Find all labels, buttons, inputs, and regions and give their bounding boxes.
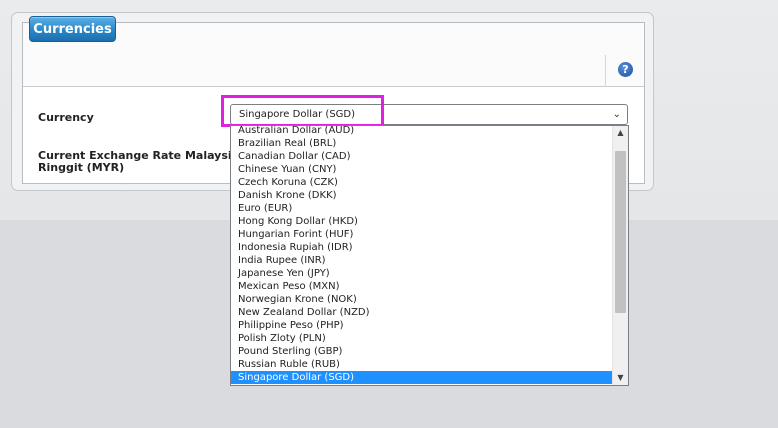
chevron-down-icon: ⌄ — [612, 109, 621, 120]
scroll-down-arrow-icon[interactable]: ▼ — [613, 371, 628, 385]
dropdown-option[interactable]: Japanese Yen (JPY) — [231, 267, 612, 280]
exchange-rate-label-line2: Ringgit (MYR) — [38, 161, 125, 174]
scrollbar-thumb[interactable] — [615, 151, 626, 313]
dropdown-option[interactable]: Australian Dollar (AUD) — [231, 126, 612, 137]
dropdown-options: Australian Dollar (AUD) Brazilian Real (B… — [231, 126, 612, 384]
dropdown-option[interactable]: Brazilian Real (BRL) — [231, 137, 612, 150]
dropdown-option[interactable]: Philippine Peso (PHP) — [231, 319, 612, 332]
dropdown-option[interactable]: Canadian Dollar (CAD) — [231, 150, 612, 163]
dropdown-option[interactable]: India Rupee (INR) — [231, 254, 612, 267]
dropdown-option[interactable]: Russian Ruble (RUB) — [231, 358, 612, 371]
dropdown-option[interactable]: Norwegian Krone (NOK) — [231, 293, 612, 306]
dropdown-option[interactable]: New Zealand Dollar (NZD) — [231, 306, 612, 319]
help-icon[interactable]: ? — [618, 62, 633, 77]
currency-dropdown-list[interactable]: Australian Dollar (AUD) Brazilian Real (B… — [230, 125, 629, 386]
panel-title: Currencies — [29, 16, 116, 42]
dropdown-option[interactable]: Hong Kong Dollar (HKD) — [231, 215, 612, 228]
dropdown-option[interactable]: Indonesia Rupiah (IDR) — [231, 241, 612, 254]
currency-label: Currency — [38, 111, 94, 124]
highlight-annotation — [221, 95, 384, 127]
dropdown-option[interactable]: Hungarian Forint (HUF) — [231, 228, 612, 241]
dropdown-option[interactable]: Mexican Peso (MXN) — [231, 280, 612, 293]
panel-header — [23, 23, 644, 87]
dropdown-option[interactable]: Chinese Yuan (CNY) — [231, 163, 612, 176]
scroll-up-arrow-icon[interactable]: ▲ — [613, 126, 628, 140]
dropdown-option[interactable]: Pound Sterling (GBP) — [231, 345, 612, 358]
header-divider — [605, 55, 606, 87]
dropdown-option[interactable]: Polish Zloty (PLN) — [231, 332, 612, 345]
dropdown-scrollbar[interactable]: ▲ ▼ — [612, 126, 628, 385]
dropdown-option[interactable]: Euro (EUR) — [231, 202, 612, 215]
dropdown-option[interactable]: Danish Krone (DKK) — [231, 189, 612, 202]
dropdown-option[interactable]: Singapore Dollar (SGD) — [231, 371, 612, 384]
dropdown-option[interactable]: Czech Koruna (CZK) — [231, 176, 612, 189]
